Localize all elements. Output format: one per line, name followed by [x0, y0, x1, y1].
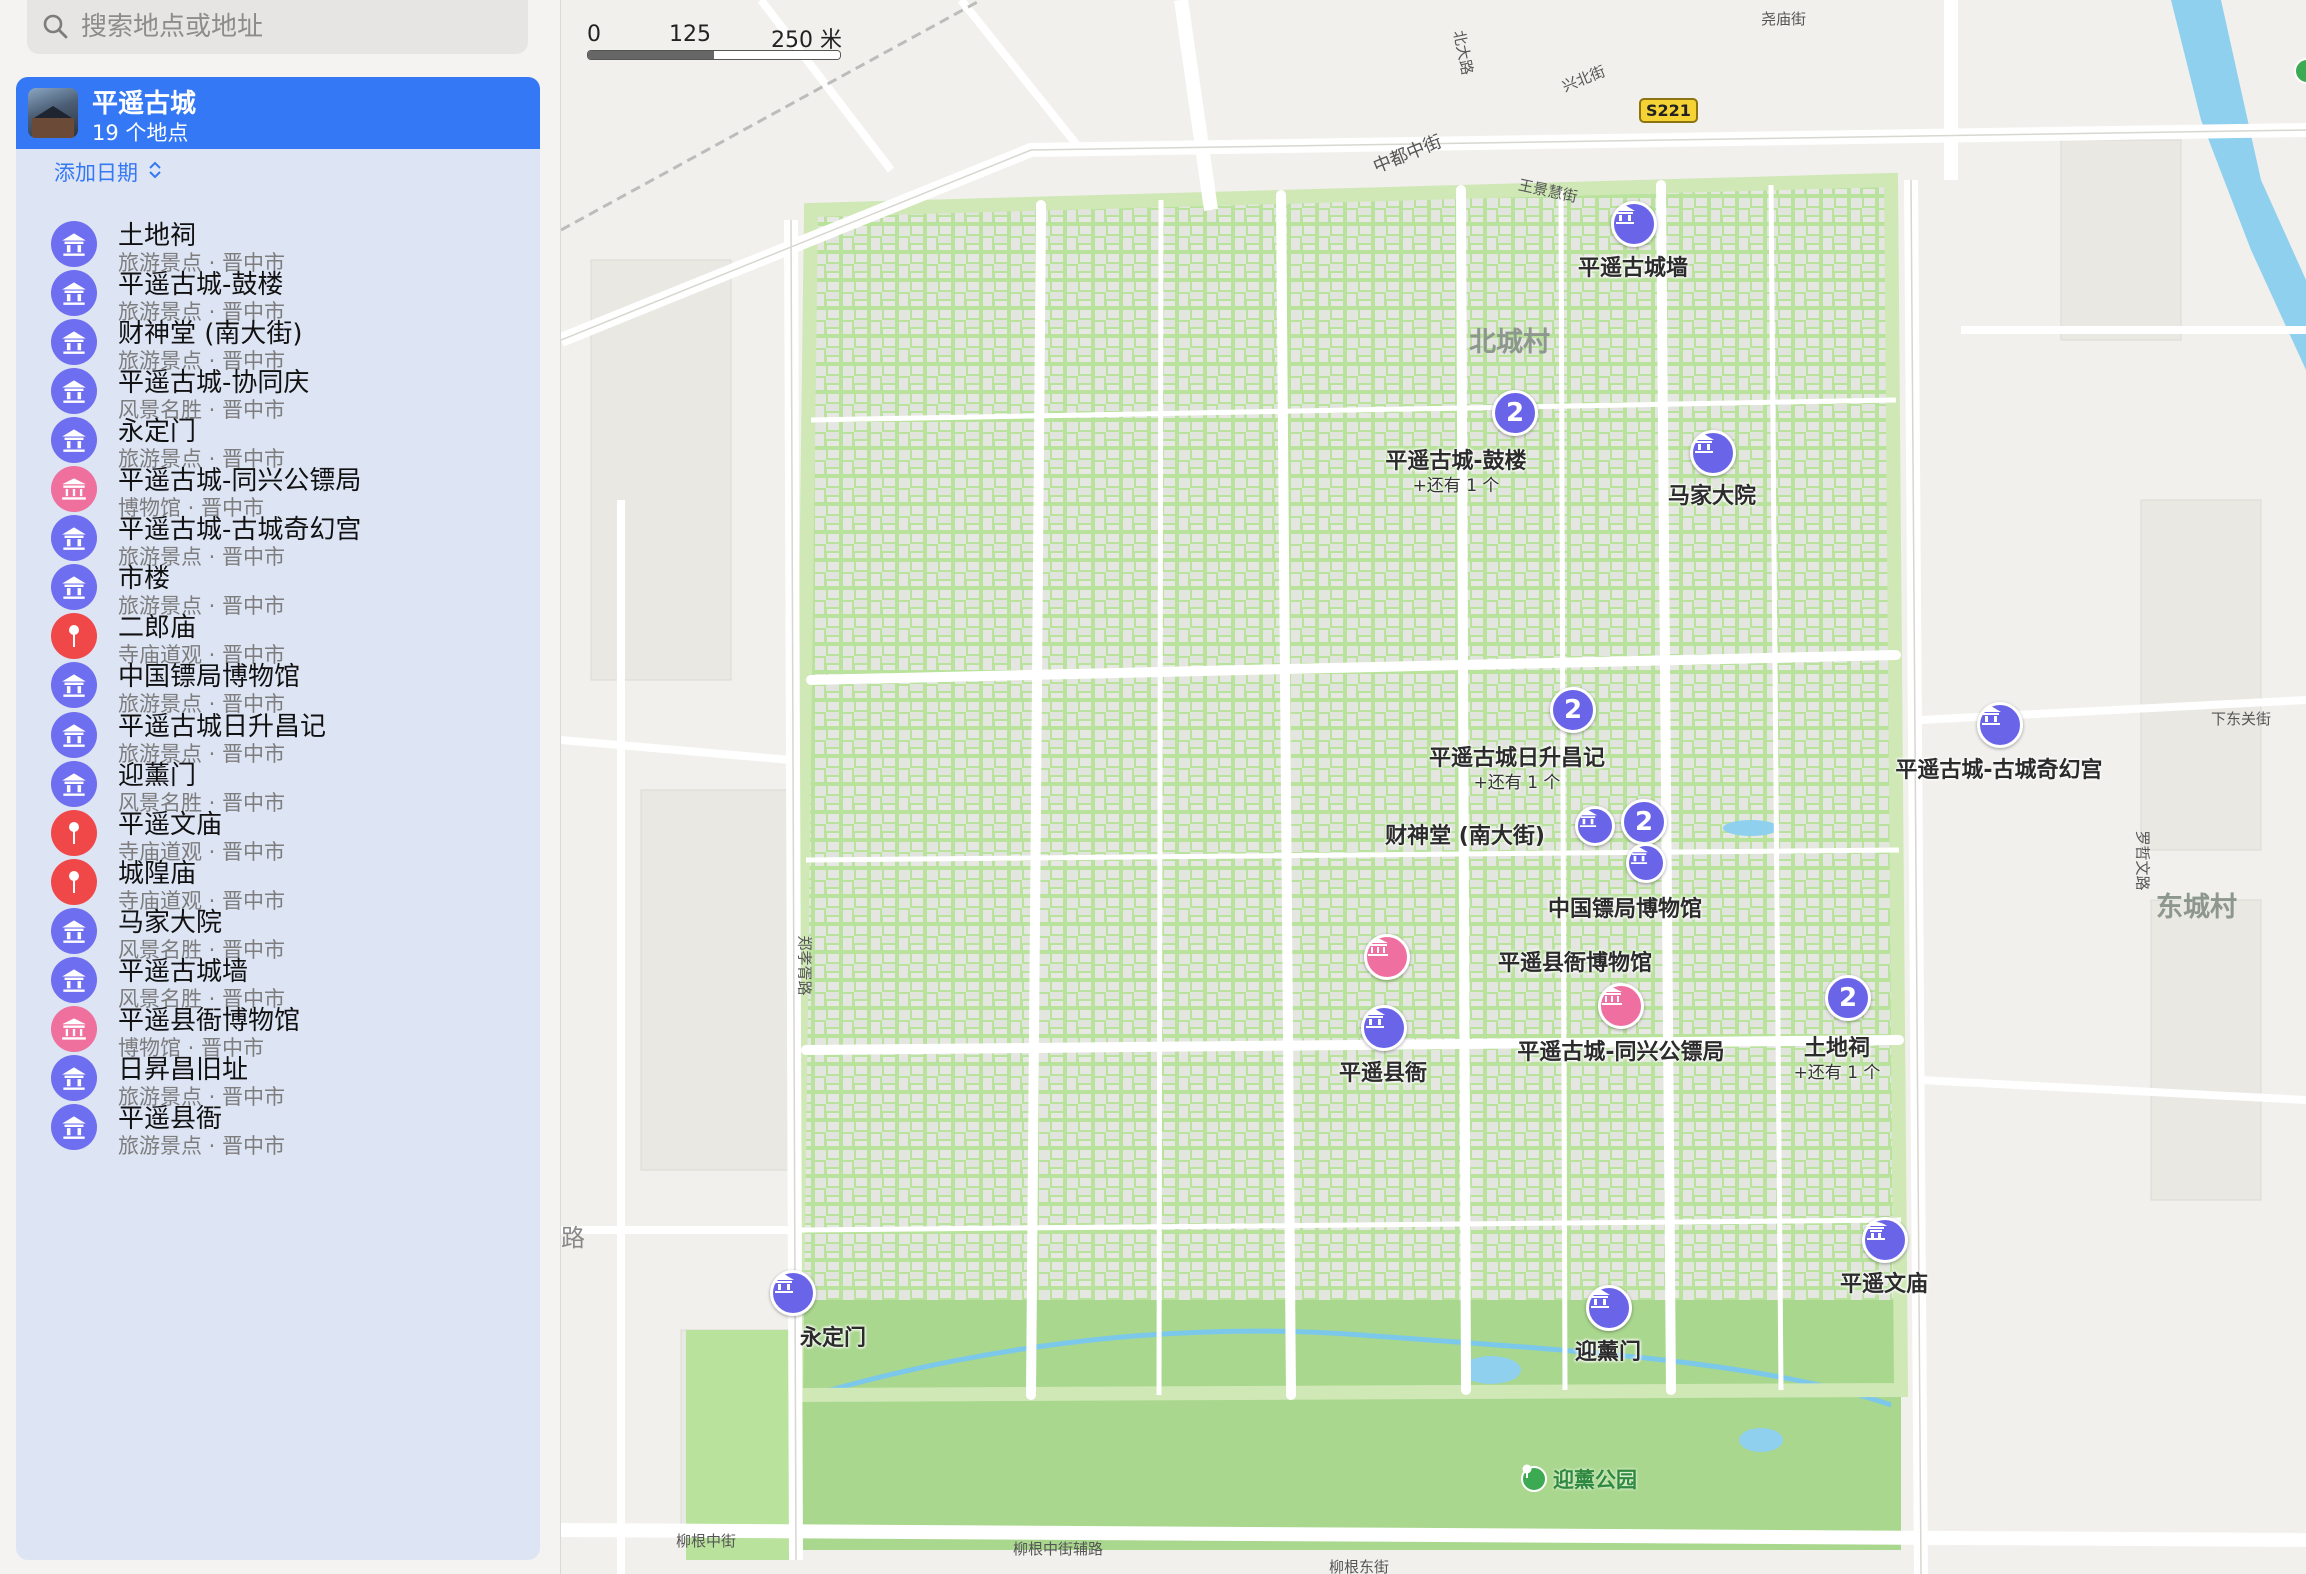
- map-label-majia[interactable]: 马家大院: [1668, 478, 1756, 510]
- street-luozhewen: 罗哲文路: [2133, 830, 2152, 891]
- landmark-icon: [774, 1274, 794, 1293]
- scale-mid: 125: [669, 22, 711, 47]
- street-liugen: 柳根中街: [676, 1532, 737, 1550]
- landmark-icon: [1630, 846, 1648, 864]
- map-sub-rishengchang: +还有 1 个: [1473, 773, 1561, 793]
- landmark-icon: [1694, 434, 1714, 453]
- map-pin-yongding[interactable]: [770, 1270, 816, 1316]
- place-list-item[interactable]: 平遥县衙 旅游景点 · 晋中市: [16, 1090, 540, 1162]
- map-label-chengqiang[interactable]: 平遥古城墙: [1578, 250, 1688, 282]
- add-date-label: 添加日期: [54, 161, 138, 185]
- map-park-yingxun[interactable]: 迎薰公园: [1521, 1464, 1637, 1494]
- guide-title: 平遥古城: [92, 89, 197, 119]
- search-icon: [39, 10, 73, 44]
- map-label-park: 迎薰公园: [1553, 1468, 1637, 1492]
- street-yaomiao: 尧庙街: [1761, 10, 1807, 28]
- landmark-icon: [1590, 1289, 1610, 1308]
- map-cluster-gulou[interactable]: 2: [1492, 390, 1538, 436]
- map-pin-caishen[interactable]: [1575, 806, 1615, 846]
- route-shield: S221: [1639, 98, 1698, 123]
- museum-icon: [1602, 987, 1622, 1005]
- landmark-icon: [51, 1103, 97, 1150]
- landmark-icon: [1579, 809, 1597, 827]
- add-date-button[interactable]: 添加日期: [54, 157, 162, 187]
- map-pin-qihuangong[interactable]: [1977, 702, 2023, 748]
- guide-header[interactable]: 平遥古城 19 个地点: [16, 77, 540, 149]
- scale-bar: 0 125 250 米: [587, 22, 867, 60]
- street-lu: 路: [561, 1224, 585, 1252]
- chevron-updown-icon: [148, 161, 162, 183]
- place-subtitle: 旅游景点 · 晋中市: [118, 1130, 285, 1160]
- street-liugen-east: 柳根东街: [1329, 1558, 1390, 1574]
- map-label-wenmiao[interactable]: 平遥文庙: [1840, 1266, 1928, 1298]
- park-icon: [1521, 1464, 1547, 1492]
- street-xiadongguan: 下东关街: [2211, 710, 2272, 728]
- map-pin-tongxing[interactable]: [1598, 983, 1644, 1029]
- landmark-icon: [1365, 1009, 1385, 1028]
- map-label-yingxun[interactable]: 迎薰门: [1575, 1334, 1641, 1366]
- map-pin-biaoju[interactable]: [1626, 843, 1666, 883]
- map-label-xianya-museum[interactable]: 平遥县衙博物馆: [1498, 945, 1652, 977]
- map-pin-wenmiao[interactable]: [1862, 1217, 1908, 1263]
- map-pin-chengqiang[interactable]: [1611, 201, 1657, 247]
- street-liugen-aux: 柳根中街辅路: [1013, 1540, 1104, 1558]
- map-cluster-caishen[interactable]: 2: [1621, 799, 1667, 845]
- sidebar: 平遥古城 19 个地点 添加日期 土地祠旅游景点 · 晋中市平遥古城-鼓楼旅游景…: [0, 0, 561, 1574]
- place-category: 旅游景点: [118, 1133, 202, 1158]
- scale-zero: 0: [587, 22, 601, 47]
- search-bar[interactable]: [27, 0, 528, 54]
- guide-place-count: 19 个地点: [92, 121, 189, 145]
- place-city: 晋中市: [222, 1133, 286, 1158]
- temple-icon: [1865, 1222, 1887, 1240]
- guide-panel: 平遥古城 19 个地点 添加日期 土地祠 旅游景点 · 晋中市 平遥古城-鼓楼 旅游景…: [16, 77, 540, 1560]
- map-cluster-rishengchang[interactable]: 2: [1550, 687, 1596, 733]
- map-cluster-tudici[interactable]: 2: [1825, 975, 1871, 1021]
- map-pin-majia[interactable]: [1690, 430, 1736, 476]
- museum-icon: [1368, 938, 1388, 956]
- map-label-biaoju[interactable]: 中国镖局博物馆: [1548, 891, 1702, 923]
- street-zhengxiangji: 郑孝胥路: [795, 935, 814, 996]
- map-pin-xianya[interactable]: [1361, 1005, 1407, 1051]
- map-label-qihuangong[interactable]: 平遥古城-古城奇幻宫: [1895, 752, 2102, 784]
- area-label-east: 东城村: [2156, 892, 2237, 923]
- map-sub-tudici: +还有 1 个: [1793, 1063, 1881, 1083]
- map-label-tongxing[interactable]: 平遥古城-同兴公镖局: [1517, 1034, 1724, 1066]
- separator: ·: [202, 1133, 223, 1158]
- map-label-caishen[interactable]: 财神堂 (南大街): [1385, 818, 1545, 850]
- map-sub-gulou: +还有 1 个: [1412, 476, 1500, 496]
- landmark-icon: [1981, 706, 2001, 725]
- guide-thumbnail: [28, 88, 78, 138]
- map-label-xianya[interactable]: 平遥县衙: [1339, 1055, 1427, 1087]
- search-input[interactable]: [79, 11, 513, 43]
- area-label-north: 北城村: [1469, 327, 1550, 358]
- map-view[interactable]: 0 125 250 米 S221 北城村 东城村 兴北街 中都中街 北大路 尧庙…: [561, 0, 2306, 1574]
- landmark-icon: [1615, 205, 1635, 224]
- scale-end: 250 米: [771, 28, 842, 53]
- map-pin-yingxun[interactable]: [1586, 1285, 1632, 1331]
- map-label-yongding[interactable]: 永定门: [800, 1320, 866, 1352]
- map-pin-xianya-museum[interactable]: [1364, 934, 1410, 980]
